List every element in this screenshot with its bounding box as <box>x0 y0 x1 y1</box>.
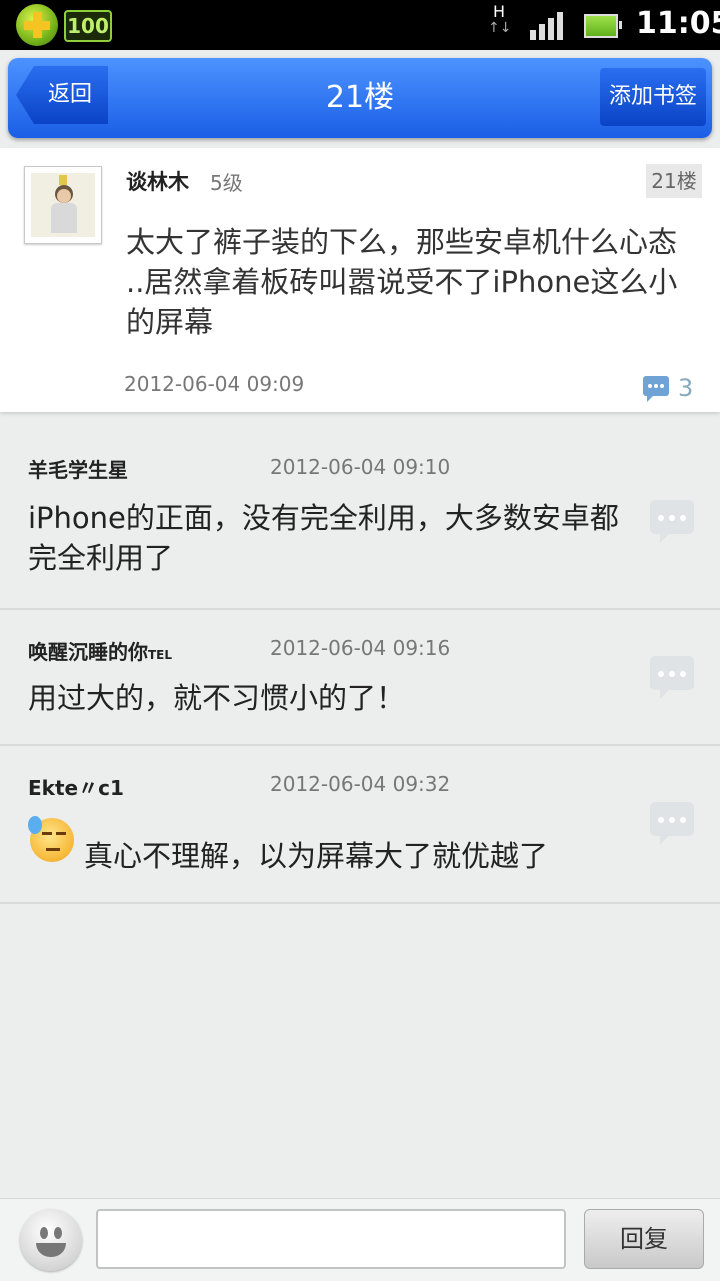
post-content: 太大了裤子装的下么，那些安卓机什么心态 ..居然拿着板砖叫嚣说受不了iPhone… <box>126 225 678 339</box>
main-post: 谈林木 5级 21楼 太大了裤子装的下么，那些安卓机什么心态 ..居然拿着板砖叫… <box>0 148 720 412</box>
avatar[interactable] <box>24 166 102 244</box>
reply-text: 用过大的，就不习惯小的了！ <box>28 681 406 715</box>
list-item[interactable]: 唤醒沉睡的你TEL 2012-06-04 09:16 用过大的，就不习惯小的了！ <box>0 610 720 746</box>
reply-author[interactable]: 羊毛学生星 <box>28 454 128 483</box>
reply-time: 2012-06-04 09:32 <box>270 772 451 796</box>
user-level: 5级 <box>210 171 243 195</box>
list-item[interactable]: 羊毛学生星 2012-06-04 09:10 iPhone的正面，没有完全利用，… <box>0 420 720 610</box>
post-author[interactable]: 谈林木 <box>126 166 189 196</box>
data-arrows-icon: ↑↓ <box>488 20 512 36</box>
battery-app-badge: 100 <box>64 10 112 42</box>
reply-author[interactable]: Ekte〃c1 <box>28 772 124 801</box>
avatar-image <box>31 173 95 237</box>
network-type: H <box>492 2 506 21</box>
add-bookmark-button[interactable]: 添加书签 <box>600 68 706 126</box>
comment-count: 3 <box>678 374 694 402</box>
reply-comment-icon[interactable] <box>650 500 694 543</box>
signal-icon <box>530 12 566 40</box>
reply-input[interactable] <box>96 1209 566 1269</box>
comment-icon[interactable] <box>643 376 669 402</box>
smiley-icon[interactable] <box>20 1209 82 1271</box>
reply-author[interactable]: 唤醒沉睡的你TEL <box>28 636 172 665</box>
add-plus-icon[interactable] <box>16 4 58 46</box>
reply-button[interactable]: 回复 <box>584 1209 704 1269</box>
reply-comment-icon[interactable] <box>650 802 694 845</box>
clock: 11:05 <box>636 6 720 41</box>
reply-time: 2012-06-04 09:10 <box>270 455 451 479</box>
back-button[interactable]: 返回 <box>16 66 108 124</box>
list-item[interactable]: Ekte〃c1 2012-06-04 09:32 真心不理解，以为屏幕大了就优越… <box>0 746 720 904</box>
reply-author-name: 唤醒沉睡的你 <box>28 640 148 664</box>
post-time: 2012-06-04 09:09 <box>124 372 305 396</box>
emoji-icon <box>28 816 74 862</box>
reply-time: 2012-06-04 09:16 <box>270 636 451 660</box>
page-title: 21楼 <box>325 80 395 115</box>
title-bar: 返回 21楼 添加书签 <box>8 58 712 138</box>
reply-bar: 回复 <box>0 1198 720 1281</box>
network-indicator: H ↑↓ <box>488 2 512 37</box>
reply-text: iPhone的正面，没有完全利用，大多数安卓都完全利用了 <box>28 501 619 575</box>
reply-comment-icon[interactable] <box>650 656 694 699</box>
reply-author-suffix: TEL <box>148 648 173 662</box>
floor-badge: 21楼 <box>646 164 702 198</box>
status-bar: 100 H ↑↓ 11:05 <box>0 0 720 50</box>
reply-text: 真心不理解，以为屏幕大了就优越了 <box>84 839 549 873</box>
battery-icon <box>584 14 622 38</box>
